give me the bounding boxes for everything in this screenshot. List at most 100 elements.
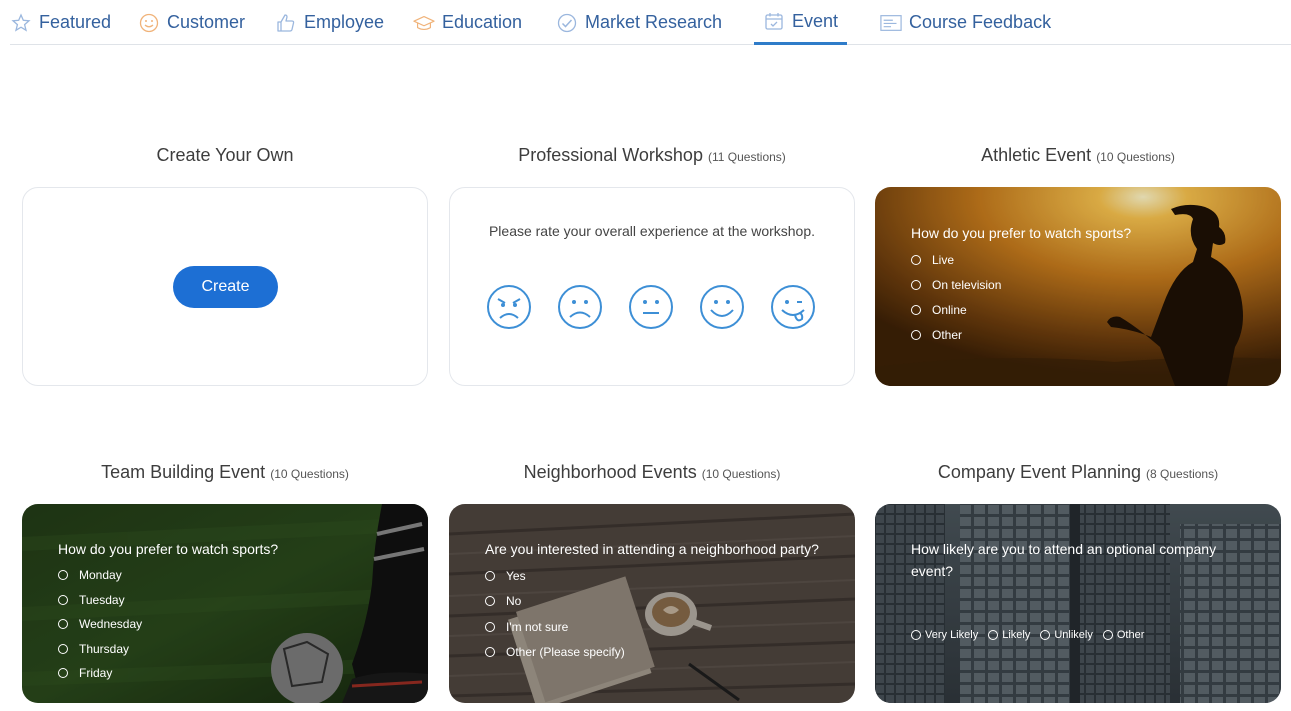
option-label: Very Likely <box>925 628 979 641</box>
angry-face-icon[interactable] <box>486 284 532 330</box>
tab-label: Featured <box>39 12 112 32</box>
happy-face-icon[interactable] <box>699 284 745 330</box>
option-wednesday[interactable]: Wednesday <box>58 612 408 637</box>
radio-icon <box>58 668 68 679</box>
card-title-workshop: Professional Workshop (11 Questions) <box>449 145 855 166</box>
option-label: Live <box>932 252 955 267</box>
option-label: Friday <box>79 666 113 681</box>
tab-education[interactable]: Education <box>413 0 522 45</box>
neighborhood-events-card[interactable]: Are you interested in attending a neighb… <box>449 504 855 703</box>
question-count: (10 Questions) <box>270 467 349 481</box>
company-event-planning-card[interactable]: How likely are you to attend an optional… <box>875 504 1281 703</box>
radio-icon <box>485 647 495 658</box>
question-count: (10 Questions) <box>701 467 781 481</box>
tab-label: Market Research <box>585 12 723 32</box>
option-other[interactable]: Other <box>1102 622 1145 647</box>
tab-label: Course Feedback <box>909 12 1052 32</box>
option-unlikely[interactable]: Unlikely <box>1040 622 1093 647</box>
option-thursday[interactable]: Thursday <box>58 637 408 662</box>
athletic-event-card[interactable]: How do you prefer to watch sports? Live … <box>875 187 1281 386</box>
chart-check-icon <box>556 12 578 34</box>
card-title-text: Company Event Planning <box>937 462 1142 482</box>
radio-icon <box>988 629 999 640</box>
playful-face-icon[interactable] <box>770 284 816 330</box>
calendar-icon <box>763 10 785 32</box>
option-label: On television <box>932 277 1002 292</box>
option-very-likely[interactable]: Very Likely <box>911 622 978 647</box>
option-other-specify[interactable]: Other (Please specify) <box>485 640 835 666</box>
card-question: How do you prefer to watch sports? <box>58 541 279 557</box>
tab-course-feedback[interactable]: Course Feedback <box>880 0 1051 45</box>
tab-label: Event <box>791 10 839 31</box>
radio-icon <box>58 594 68 605</box>
radio-icon <box>1102 629 1113 640</box>
card-title-company: Company Event Planning (8 Questions) <box>875 462 1281 483</box>
tab-customer[interactable]: Customer <box>138 0 245 45</box>
radio-icon <box>58 619 68 630</box>
card-question: How likely are you to attend an optional… <box>911 541 1217 579</box>
tab-featured[interactable]: Featured <box>10 0 111 45</box>
radio-icon <box>911 329 921 340</box>
option-label: Unlikely <box>1054 628 1093 641</box>
tab-label: Education <box>442 12 523 32</box>
star-icon <box>10 12 32 34</box>
tab-market-research[interactable]: Market Research <box>556 0 722 45</box>
team-building-event-card[interactable]: How do you prefer to watch sports? Monda… <box>22 504 428 703</box>
option-label: Online <box>932 302 967 317</box>
card-title-text: Neighborhood Events <box>523 462 697 482</box>
tab-label: Employee <box>304 12 385 32</box>
card-title-neighborhood: Neighborhood Events (10 Questions) <box>449 462 855 483</box>
sad-face-icon[interactable] <box>557 284 603 330</box>
thumbs-up-icon <box>275 12 297 34</box>
card-title-text: Professional Workshop <box>518 145 703 165</box>
option-no[interactable]: No <box>485 589 835 615</box>
card-question: Please rate your overall experience at t… <box>488 223 816 239</box>
card-title-text: Athletic Event <box>981 145 1092 165</box>
radio-icon <box>911 304 921 315</box>
option-label: Yes <box>506 568 526 583</box>
radio-icon <box>485 621 495 632</box>
create-button[interactable]: Create <box>173 266 278 308</box>
option-label: Thursday <box>79 641 130 656</box>
tab-label: Customer <box>167 12 246 32</box>
option-friday[interactable]: Friday <box>58 661 408 686</box>
question-count: (11 Questions) <box>707 150 786 164</box>
create-your-own-card[interactable]: Create <box>22 187 428 386</box>
card-title-create: Create Your Own <box>22 145 428 166</box>
option-label: No <box>506 594 522 609</box>
form-icon <box>880 12 902 34</box>
option-likely[interactable]: Likely <box>988 622 1030 647</box>
card-question: Are you interested in attending a neighb… <box>485 541 819 557</box>
option-not-sure[interactable]: I'm not sure <box>485 614 835 640</box>
neutral-face-icon[interactable] <box>628 284 674 330</box>
card-title-team: Team Building Event (10 Questions) <box>22 462 428 483</box>
option-monday[interactable]: Monday <box>58 563 408 588</box>
category-tabs: Featured Customer Employee Education Mar… <box>10 0 1291 45</box>
rating-faces <box>486 284 816 330</box>
smiley-icon <box>138 12 160 34</box>
radio-icon <box>58 643 68 654</box>
option-yes[interactable]: Yes <box>485 563 835 589</box>
option-label: Monday <box>79 568 122 583</box>
option-other[interactable]: Other <box>911 322 1261 347</box>
tab-event[interactable]: Event <box>754 0 847 45</box>
question-count: (10 Questions) <box>1096 150 1175 164</box>
card-title-text: Team Building Event <box>101 462 266 482</box>
radio-icon <box>485 570 495 581</box>
option-online[interactable]: Online <box>911 297 1261 322</box>
radio-icon <box>911 629 921 640</box>
radio-icon <box>911 279 921 290</box>
option-label: Tuesday <box>79 592 125 607</box>
professional-workshop-card[interactable]: Please rate your overall experience at t… <box>449 187 855 386</box>
option-label: Other <box>1116 628 1145 641</box>
option-label: Likely <box>1002 628 1031 641</box>
card-question: How do you prefer to watch sports? <box>911 225 1132 241</box>
tab-employee[interactable]: Employee <box>275 0 384 45</box>
option-label: I'm not sure <box>506 619 569 634</box>
radio-icon <box>485 596 495 607</box>
option-live[interactable]: Live <box>911 247 1261 272</box>
option-on-television[interactable]: On television <box>911 272 1261 297</box>
option-label: Wednesday <box>79 617 143 632</box>
option-tuesday[interactable]: Tuesday <box>58 588 408 613</box>
radio-icon <box>58 570 68 581</box>
